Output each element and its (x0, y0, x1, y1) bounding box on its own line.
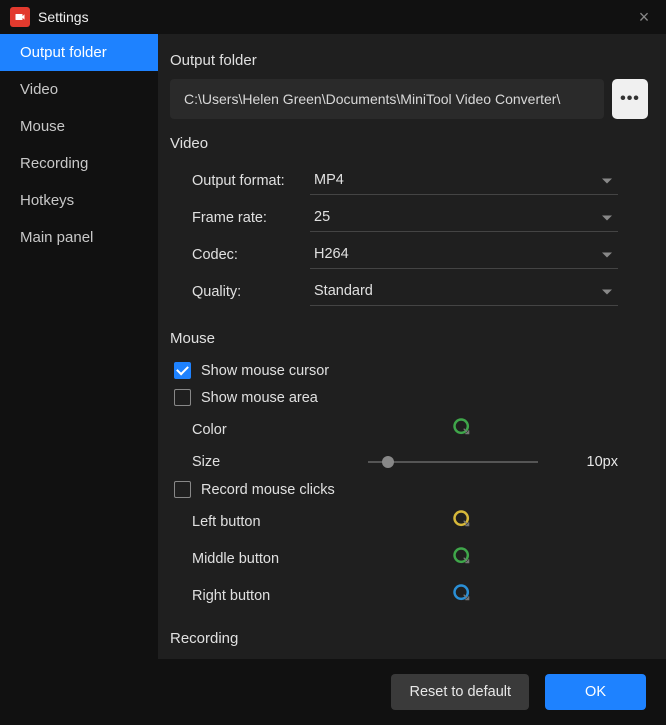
sidebar-item-mouse[interactable]: Mouse (0, 108, 158, 145)
video-heading: Video (170, 135, 648, 152)
quality-label: Quality: (170, 284, 310, 300)
mouse-heading: Mouse (170, 330, 648, 347)
browse-button[interactable]: ••• (612, 79, 648, 119)
sidebar-item-main-panel[interactable]: Main panel (0, 219, 158, 256)
record-clicks-label: Record mouse clicks (201, 482, 335, 498)
app-icon (10, 7, 30, 27)
right-button-color-picker[interactable] (452, 583, 472, 608)
output-format-select[interactable]: MP4 (310, 166, 618, 195)
frame-rate-select[interactable]: 25 (310, 203, 618, 232)
sidebar-item-hotkeys[interactable]: Hotkeys (0, 182, 158, 219)
output-folder-heading: Output folder (170, 52, 648, 69)
output-folder-path-input[interactable] (170, 79, 604, 119)
footer: Reset to default OK (0, 659, 666, 725)
left-button-color-picker[interactable] (452, 509, 472, 534)
window-title: Settings (38, 9, 89, 25)
reset-button[interactable]: Reset to default (391, 674, 529, 710)
titlebar: Settings × (0, 0, 666, 34)
cursor-ring-icon (452, 546, 472, 566)
quality-select[interactable]: Standard (310, 277, 618, 306)
right-button-label: Right button (192, 588, 352, 604)
left-button-label: Left button (192, 514, 352, 530)
sidebar: Output folder Video Mouse Recording Hotk… (0, 34, 158, 659)
show-cursor-checkbox[interactable] (174, 362, 191, 379)
ellipsis-icon: ••• (620, 90, 640, 108)
recording-heading: Recording (170, 630, 648, 647)
mouse-area-color-picker[interactable] (452, 417, 472, 442)
output-format-label: Output format: (170, 173, 310, 189)
size-slider-thumb[interactable] (382, 456, 394, 468)
record-clicks-checkbox[interactable] (174, 481, 191, 498)
codec-label: Codec: (170, 247, 310, 263)
middle-button-label: Middle button (192, 551, 352, 567)
show-area-label: Show mouse area (201, 390, 318, 406)
middle-button-color-picker[interactable] (452, 546, 472, 571)
cursor-ring-icon (452, 509, 472, 529)
content-pane: Output folder ••• Video Output format: M… (158, 34, 666, 659)
show-cursor-label: Show mouse cursor (201, 363, 329, 379)
sidebar-item-recording[interactable]: Recording (0, 145, 158, 182)
size-slider[interactable] (368, 461, 538, 463)
sidebar-item-video[interactable]: Video (0, 71, 158, 108)
cursor-ring-icon (452, 583, 472, 603)
frame-rate-label: Frame rate: (170, 210, 310, 226)
size-value: 10px (587, 454, 618, 470)
cursor-ring-icon (452, 417, 472, 437)
close-button[interactable]: × (632, 5, 656, 29)
size-label: Size (192, 454, 352, 470)
color-label: Color (192, 422, 352, 438)
codec-select[interactable]: H264 (310, 240, 618, 269)
ok-button[interactable]: OK (545, 674, 646, 710)
sidebar-item-output-folder[interactable]: Output folder (0, 34, 158, 71)
show-area-checkbox[interactable] (174, 389, 191, 406)
